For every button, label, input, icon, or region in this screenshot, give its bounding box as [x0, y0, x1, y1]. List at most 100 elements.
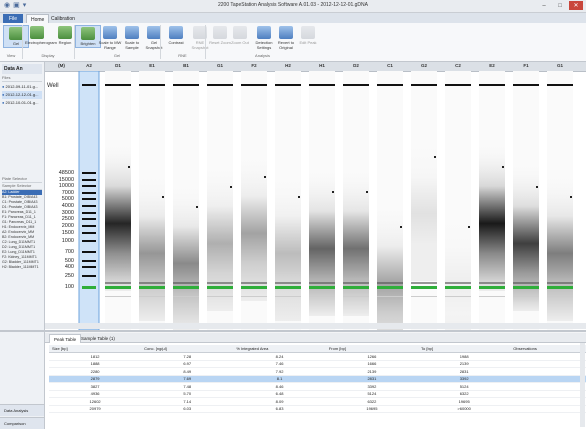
table-cell: 8.46	[233, 382, 326, 391]
ladder-lane[interactable]	[78, 71, 100, 330]
lane-title[interactable]: G2	[409, 63, 439, 68]
table-cell: 6322	[325, 397, 418, 406]
peak-marker	[332, 191, 334, 193]
table-cell: 8.1	[233, 375, 326, 383]
table-row[interactable]: 1812 7.28 8.24 1266 1988	[49, 352, 586, 361]
peak-marker	[570, 196, 572, 198]
contrast-button[interactable]: Contrast	[163, 25, 189, 46]
lane-title[interactable]: E1	[137, 63, 167, 68]
ribbon-group-label: Analysis	[255, 53, 270, 58]
plate-selector-label[interactable]: Plate Selector	[2, 176, 42, 183]
ribbon-separator	[205, 25, 206, 59]
gel-lane[interactable]	[207, 71, 233, 330]
table-cell	[510, 367, 586, 376]
gel-lane[interactable]	[343, 71, 369, 330]
table-row[interactable]: 1888 6.97 7.46 1666 2139	[49, 360, 586, 368]
comparison-nav[interactable]: Comparison	[0, 417, 44, 429]
gel-lane[interactable]	[377, 71, 403, 330]
restore-button[interactable]: □	[553, 1, 567, 10]
window-controls: – □ ✕	[537, 1, 583, 10]
electropherogram-button[interactable]: Electropherogram	[24, 25, 57, 46]
table-row[interactable]: 3827 7.48 8.46 3392 5124	[49, 382, 586, 391]
lane-title[interactable]: H2	[273, 63, 303, 68]
tab-sample-table[interactable]: Sample Table (1)	[77, 334, 119, 342]
file-item[interactable]: ● 2012-09-11-01.g...	[2, 83, 42, 91]
gel-lane[interactable]	[479, 71, 505, 330]
ladder-band	[82, 275, 96, 277]
gel-lane[interactable]	[445, 71, 471, 330]
table-row[interactable]: 12602 7.14 8.09 6322 19695	[49, 397, 586, 406]
lane-title[interactable]: F1	[511, 63, 541, 68]
gel-lane[interactable]	[547, 71, 573, 330]
gel-lane[interactable]	[173, 71, 199, 330]
ladder-size-label: 1000	[62, 238, 74, 244]
well-band	[547, 84, 573, 86]
tab-file[interactable]: File	[3, 14, 23, 23]
tab-calibration[interactable]: Calibration	[47, 14, 79, 23]
vertical-scrollbar[interactable]	[580, 343, 585, 427]
lane-title[interactable]: A2	[78, 63, 100, 68]
table-row[interactable]: 2280 8.49 7.92 2139 2831	[49, 367, 586, 376]
table-cell	[510, 390, 586, 398]
column-header[interactable]: From [bp]	[325, 345, 418, 353]
ladder-band	[82, 225, 96, 227]
lane-title[interactable]: (M)	[45, 63, 78, 68]
lane-title[interactable]: C1	[375, 63, 405, 68]
gel-lane[interactable]	[139, 71, 165, 330]
table-cell: 1812	[49, 352, 142, 361]
lane-title[interactable]: G1	[205, 63, 235, 68]
file-item[interactable]: ● 2012-12-12-01.g...	[2, 91, 42, 99]
sample-selector-label[interactable]: Sample Selector	[2, 183, 42, 190]
gel-scrollbar[interactable]	[45, 323, 586, 329]
lane-title[interactable]: G1	[545, 63, 575, 68]
lane-title[interactable]: D1	[103, 63, 133, 68]
ladder-size-label: 4000	[62, 203, 74, 209]
column-header[interactable]: Conc. [ng/µl]	[141, 345, 234, 353]
edit-peak-button[interactable]: Edit Peak	[295, 25, 321, 46]
gel-lane[interactable]	[513, 71, 539, 330]
table-cell: 6322	[418, 390, 511, 398]
column-header[interactable]: Observations	[510, 345, 586, 353]
table-row[interactable]: 20979 6.03 6.83 19695 >60000	[49, 405, 586, 413]
panel-header-label: Data An	[4, 66, 23, 72]
lane-title[interactable]: B1	[171, 63, 201, 68]
peak-marker	[230, 186, 232, 188]
ladder-size-label: 48500	[59, 170, 74, 176]
table-cell: 5.70	[141, 390, 234, 398]
close-button[interactable]: ✕	[569, 1, 583, 10]
table-row[interactable]: 4936 5.70 6.48 5124 6322	[49, 390, 586, 398]
well-band	[139, 84, 165, 86]
lane-title[interactable]: F2	[239, 63, 269, 68]
well-band	[513, 84, 539, 86]
gel-lane[interactable]	[309, 71, 335, 330]
table-cell: 1266	[325, 352, 418, 361]
lower-marker	[445, 286, 471, 289]
lane-title[interactable]: C2	[443, 63, 473, 68]
gel-lane[interactable]	[411, 71, 437, 330]
table-cell: 12602	[49, 397, 142, 406]
well-band	[275, 84, 301, 86]
file-item[interactable]: ● 2012-10-01-01.g...	[2, 99, 42, 107]
lane-title[interactable]: E2	[477, 63, 507, 68]
minimize-button[interactable]: –	[537, 1, 551, 10]
peak-marker	[264, 176, 266, 178]
sample-item[interactable]: H2: Bladder_111MMT1	[2, 265, 42, 270]
gel-lane[interactable]	[275, 71, 301, 330]
splitter[interactable]	[0, 330, 586, 332]
column-header[interactable]: To [bp]	[418, 345, 511, 353]
lane-title[interactable]: H1	[307, 63, 337, 68]
lane-title[interactable]: D2	[341, 63, 371, 68]
ladder-band	[82, 240, 96, 242]
column-header[interactable]: Size [bp]	[49, 345, 142, 353]
table-cell: 3827	[49, 382, 142, 391]
zoom-out-button[interactable]: Zoom Out	[227, 25, 253, 46]
gel-lane[interactable]	[105, 71, 131, 330]
file-icon: ●	[2, 100, 5, 105]
gel-view[interactable]: (M) A2 D1 E1 B1 G1 F2 H2 H1 D2 C1 G2 C2 E2 F1 G1 48500 1…	[45, 62, 586, 330]
data-analysis-nav[interactable]: Data Analysis	[0, 404, 44, 416]
peak-marker	[128, 166, 130, 168]
column-header[interactable]: % Integrated Area	[233, 345, 326, 353]
file-list: ● 2012-09-11-01.g... ● 2012-12-12-01.g..…	[2, 83, 42, 107]
table-row[interactable]: 2879 7.69 8.1 2831 3392	[49, 375, 586, 383]
gel-lane[interactable]	[241, 71, 267, 330]
